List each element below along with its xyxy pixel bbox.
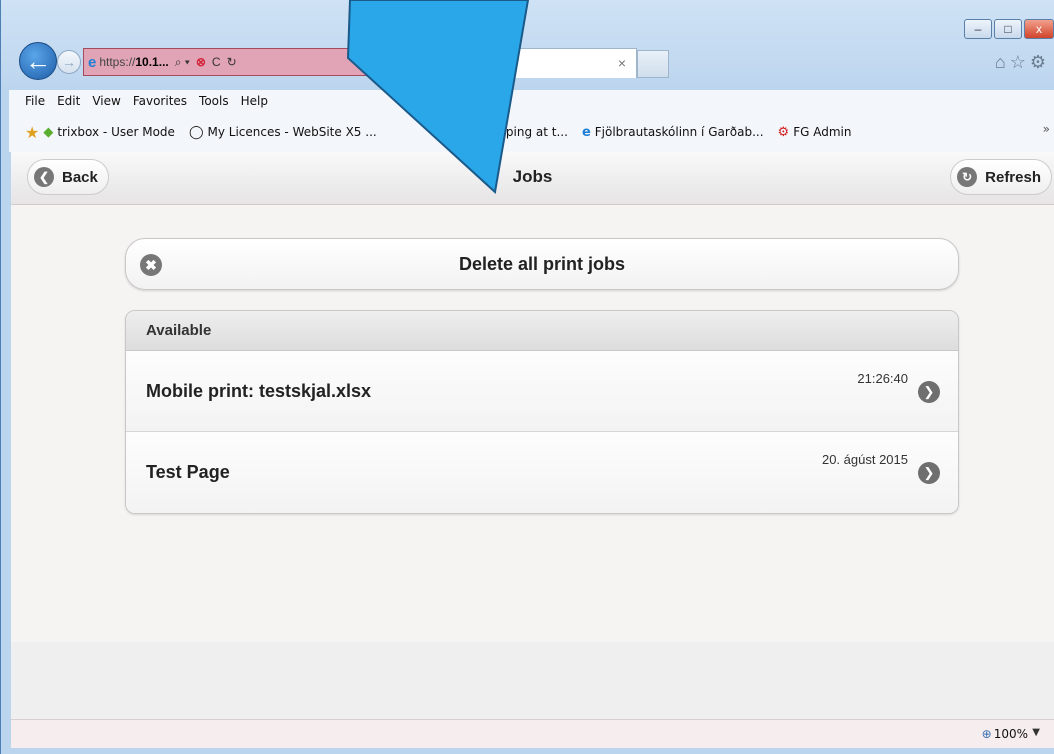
minimize-button[interactable]: –: [964, 19, 992, 39]
search-icon[interactable]: ⌕ ▾: [175, 55, 190, 70]
refresh-button-label: Refresh: [985, 168, 1041, 186]
favorite-licences[interactable]: ◯ My Licences - WebSite X5 ...: [189, 125, 377, 140]
delete-all-jobs-button[interactable]: ✖ Delete all print jobs: [125, 238, 959, 290]
gear-icon[interactable]: ⚙: [1030, 52, 1050, 72]
zoom-icon: ⊕: [981, 727, 992, 741]
web-page: ❮ Back Jobs ↻ Refresh ✖ Delete all print…: [11, 152, 1054, 720]
menu-favorites[interactable]: Favorites: [133, 94, 187, 108]
certificate-error-icon[interactable]: ⊗: [196, 55, 206, 69]
menu-help[interactable]: Help: [241, 94, 268, 108]
favorites-star-icon[interactable]: ★: [25, 123, 39, 142]
browser-forward-button[interactable]: →: [57, 50, 81, 74]
refresh-icon: ↻: [957, 167, 978, 187]
menu-bar: File Edit View Favorites Tools Help: [9, 90, 1054, 112]
close-tab-icon[interactable]: ×: [618, 55, 626, 71]
address-bar[interactable]: e https://10.1... ⌕ ▾ ⊗ C ↻: [83, 48, 379, 76]
favorite-label: trixbox - User Mode: [57, 125, 175, 139]
job-title: Test Page: [146, 462, 230, 482]
favorite-trixbox[interactable]: ◆ trixbox - User Mode: [43, 125, 175, 140]
circle-icon: ◯: [188, 124, 204, 140]
favorite-fjolbrautaskolinn[interactable]: e Fjölbrautaskólinn í Garðab...: [582, 125, 764, 140]
list-header: Available: [126, 311, 958, 351]
navigation-bar: ← → e https://10.1... ⌕ ▾ ⊗ C ↻ e J × ⌂☆…: [9, 42, 1054, 90]
arrow-right-icon: →: [62, 54, 76, 70]
refresh-button[interactable]: ↻ Refresh: [950, 159, 1052, 195]
menu-tools[interactable]: Tools: [199, 94, 229, 108]
zoom-control[interactable]: ⊕ 100%: [982, 727, 1028, 741]
new-tab-button[interactable]: [637, 50, 669, 78]
favorite-typing[interactable]: h yourself typing at t...: [431, 125, 568, 139]
favorites-more-icon[interactable]: »: [1043, 122, 1050, 136]
ie-icon: e: [388, 55, 397, 72]
arrow-left-icon: ←: [25, 45, 51, 76]
favorite-fg-admin[interactable]: ⚙ FG Admin: [778, 125, 852, 140]
green-diamond-icon: ◆: [43, 124, 54, 140]
jobs-list: Available Mobile print: testskjal.xlsx 2…: [125, 310, 959, 514]
app-header: ❮ Back Jobs ↻ Refresh: [11, 152, 1054, 205]
favorite-label: My Licences - WebSite X5 ...: [207, 125, 377, 139]
page-background: [11, 642, 1054, 720]
ie-icon: e: [88, 53, 97, 71]
job-time: 20. ágúst 2015: [821, 452, 908, 467]
toolbar-icons: ⌂☆⚙: [995, 52, 1050, 73]
chevron-down-icon[interactable]: ▼: [1032, 727, 1040, 738]
menu-edit[interactable]: Edit: [57, 94, 80, 108]
zoom-level: 100%: [993, 727, 1028, 741]
delete-all-label: Delete all print jobs: [458, 253, 626, 274]
list-item[interactable]: Mobile print: testskjal.xlsx 21:26:40 ❯: [126, 351, 958, 432]
favorite-label: FG Admin: [793, 125, 852, 139]
ie-icon: e: [581, 124, 591, 140]
home-icon[interactable]: ⌂: [995, 52, 1010, 72]
chevron-right-icon: ❯: [918, 381, 940, 403]
compat-icon[interactable]: C: [212, 55, 221, 69]
menu-file[interactable]: File: [25, 94, 45, 108]
favorites-bar: ★ ◆ trixbox - User Mode ◯ My Licences - …: [9, 112, 1054, 152]
browser-tab[interactable]: e J ×: [381, 48, 637, 78]
page-title: Jobs: [512, 167, 553, 186]
job-title: Mobile print: testskjal.xlsx: [146, 381, 372, 401]
job-time: 21:26:40: [857, 371, 908, 386]
browser-window: – □ x ← → e https://10.1... ⌕ ▾ ⊗ C ↻ e …: [0, 0, 1054, 754]
menu-view[interactable]: View: [92, 94, 120, 108]
close-window-button[interactable]: x: [1024, 19, 1054, 39]
red-gear-icon: ⚙: [777, 124, 790, 140]
favorite-label: Fjölbrautaskólinn í Garðab...: [594, 125, 764, 139]
refresh-icon[interactable]: ↻: [227, 55, 237, 69]
tab-title: J: [396, 56, 403, 71]
favorite-label: h yourself typing at t...: [430, 125, 568, 139]
browser-back-button[interactable]: ←: [19, 42, 57, 80]
chevron-right-icon: ❯: [918, 462, 940, 484]
window-controls: – □ x: [962, 19, 1054, 39]
delete-icon: ✖: [140, 254, 162, 276]
star-icon[interactable]: ☆: [1010, 52, 1030, 72]
list-item[interactable]: Test Page 20. ágúst 2015 ❯: [126, 432, 958, 513]
status-bar: ⊕ 100% ▼: [11, 719, 1054, 748]
address-url: https://10.1...: [99, 55, 169, 69]
maximize-button[interactable]: □: [994, 19, 1022, 39]
